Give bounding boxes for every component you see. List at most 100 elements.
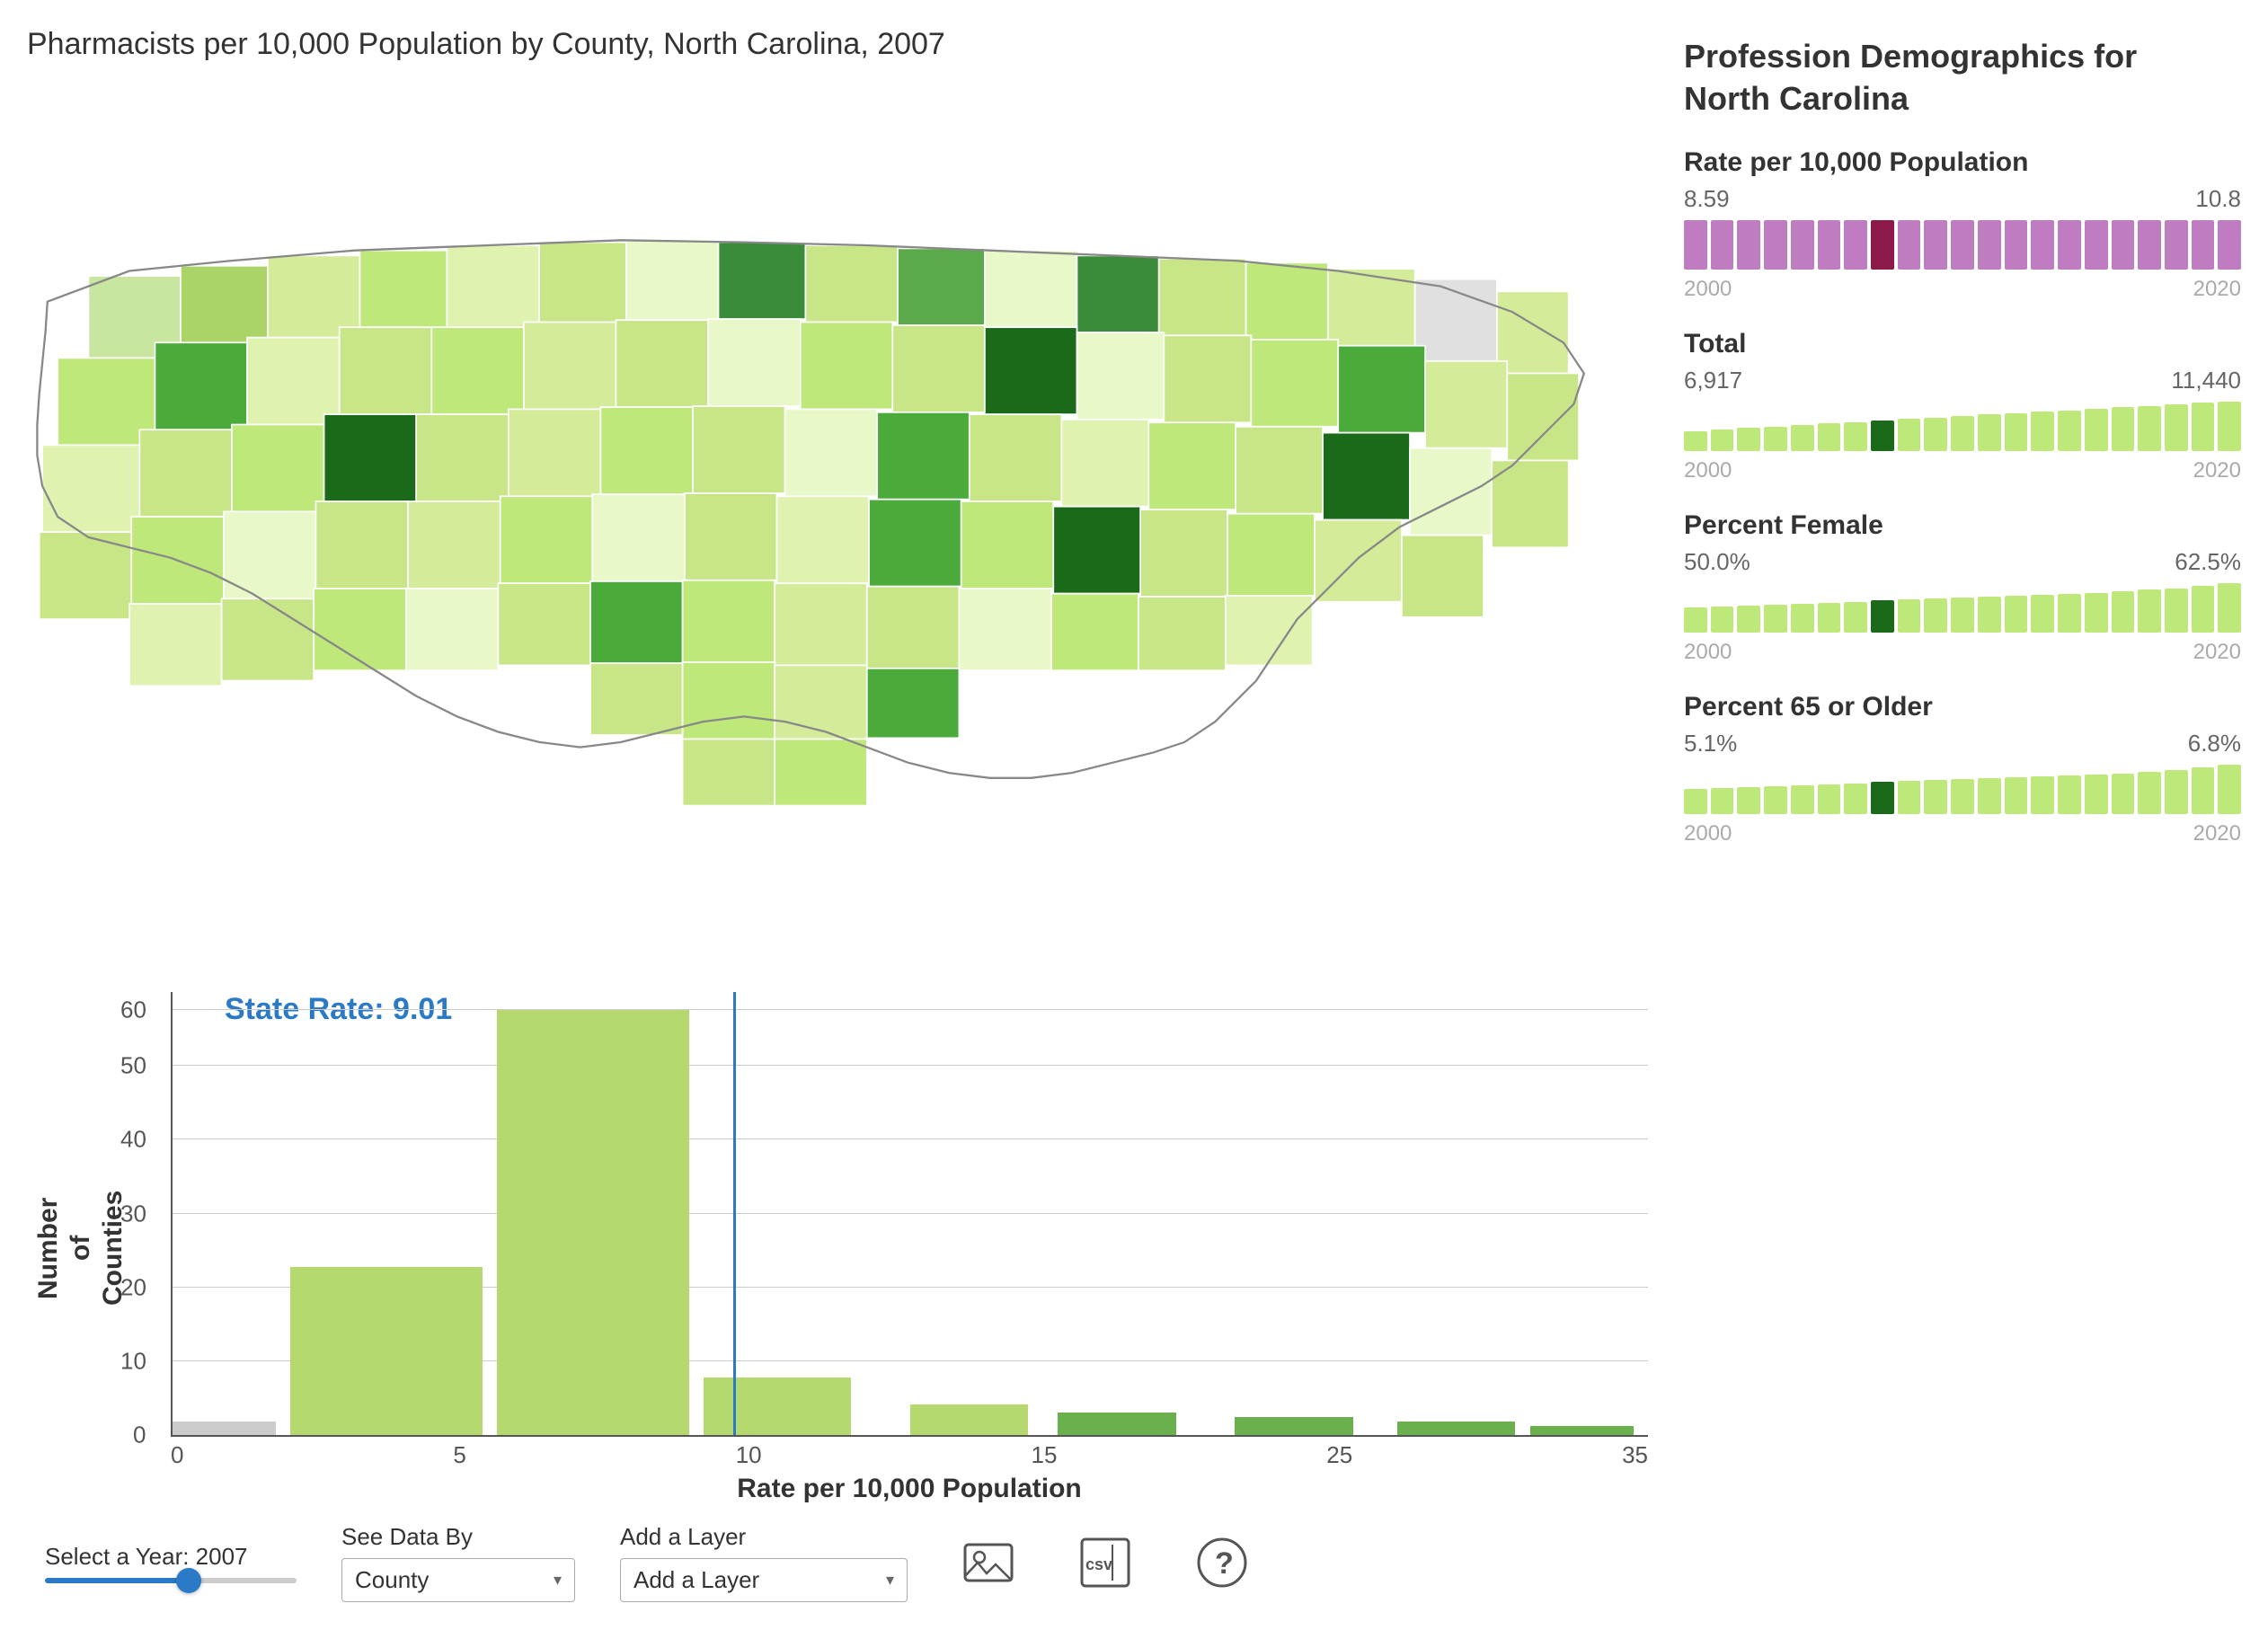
hist-bar-4 bbox=[910, 1404, 1028, 1436]
metric-rate-values: 8.59 10.8 bbox=[1684, 185, 2241, 213]
bottom-controls: Select a Year: 2007 See Data By County ▾… bbox=[27, 1504, 1666, 1612]
right-panel: Profession Demographics forNorth Carolin… bbox=[1684, 27, 2241, 1612]
spark-bar bbox=[1684, 220, 1707, 270]
metric-older-title: Percent 65 or Older bbox=[1684, 692, 2241, 722]
spark-bar bbox=[2218, 220, 2241, 270]
map-title: Pharmacists per 10,000 Population by Cou… bbox=[27, 27, 1666, 62]
spark-bar bbox=[1711, 430, 1734, 451]
chevron-down-icon: ▾ bbox=[554, 1571, 562, 1590]
metric-older-max: 6.8% bbox=[2188, 730, 2241, 757]
metric-total-title: Total bbox=[1684, 329, 2241, 359]
spark-bar-selected bbox=[1871, 600, 1894, 632]
slider-track bbox=[45, 1578, 297, 1583]
see-data-by-value: County bbox=[355, 1566, 429, 1594]
metric-total-bars bbox=[1684, 402, 2241, 451]
x-tick-10: 10 bbox=[736, 1441, 762, 1469]
y-tick-20: 20 bbox=[120, 1273, 146, 1301]
x-tick-35: 35 bbox=[1622, 1441, 1648, 1469]
svg-text:?: ? bbox=[1215, 1546, 1234, 1581]
metric-total-years: 2000 2020 bbox=[1684, 458, 2241, 483]
metric-female-title: Percent Female bbox=[1684, 510, 2241, 541]
metric-total-max: 11,440 bbox=[2171, 367, 2241, 394]
spark-bar bbox=[2031, 595, 2054, 633]
spark-bar bbox=[1711, 220, 1734, 270]
spark-bar bbox=[2165, 589, 2188, 633]
metric-older: Percent 65 or Older 5.1% 6.8% bbox=[1684, 692, 2241, 846]
metric-female-year-start: 2000 bbox=[1684, 640, 1732, 665]
histogram-x-label: Rate per 10,000 Population bbox=[117, 1474, 1648, 1504]
spark-bar bbox=[1924, 598, 1947, 632]
histogram-plot: 60 50 40 30 20 10 0 bbox=[117, 992, 1648, 1504]
spark-bar bbox=[2031, 412, 2054, 450]
spark-bar bbox=[1951, 779, 1974, 814]
see-data-by-dropdown[interactable]: County ▾ bbox=[341, 1558, 575, 1602]
spark-bar bbox=[1898, 220, 1921, 270]
metric-older-years: 2000 2020 bbox=[1684, 821, 2241, 846]
spark-bar bbox=[1898, 419, 1921, 450]
spark-bar-selected bbox=[1871, 220, 1894, 270]
year-control: Select a Year: 2007 bbox=[45, 1543, 297, 1583]
spark-bar bbox=[1924, 780, 1947, 813]
spark-bar bbox=[2031, 776, 2054, 814]
hist-bar-6 bbox=[1235, 1417, 1352, 1435]
spark-bar bbox=[1764, 786, 1787, 814]
see-data-by-control: See Data By County ▾ bbox=[341, 1523, 575, 1602]
nc-choropleth-map[interactable] bbox=[27, 71, 1666, 983]
spark-bar bbox=[1737, 606, 1760, 633]
spark-bar bbox=[2192, 403, 2215, 450]
histogram-y-label: NumberofCounties bbox=[45, 992, 117, 1504]
spark-bar bbox=[1844, 784, 1867, 814]
year-slider-container[interactable] bbox=[45, 1578, 297, 1583]
spark-bar bbox=[1978, 220, 2001, 270]
map-area bbox=[27, 71, 1666, 983]
spark-bar bbox=[1844, 220, 1867, 270]
spark-bar bbox=[2192, 220, 2215, 270]
spark-bar bbox=[1737, 428, 1760, 450]
spark-bar bbox=[2218, 402, 2241, 451]
metric-rate-min: 8.59 bbox=[1684, 185, 1730, 213]
spark-bar bbox=[1711, 788, 1734, 814]
spark-bar-selected bbox=[1871, 782, 1894, 813]
help-button[interactable]: ? bbox=[1186, 1531, 1258, 1594]
add-layer-dropdown[interactable]: Add a Layer ▾ bbox=[620, 1558, 908, 1602]
spark-bar bbox=[2031, 220, 2054, 270]
metric-female-min: 50.0% bbox=[1684, 548, 1750, 576]
metric-older-year-start: 2000 bbox=[1684, 821, 1732, 846]
x-tick-15: 15 bbox=[1031, 1441, 1057, 1469]
y-tick-30: 30 bbox=[120, 1200, 146, 1227]
spark-bar bbox=[1951, 598, 1974, 633]
spark-bar bbox=[2005, 413, 2028, 451]
hist-bar-2 bbox=[497, 1010, 688, 1435]
hist-bar-7 bbox=[1397, 1422, 1515, 1435]
image-download-button[interactable] bbox=[952, 1531, 1024, 1594]
add-layer-label: Add a Layer bbox=[620, 1523, 908, 1551]
add-layer-value: Add a Layer bbox=[633, 1566, 759, 1594]
metric-total-year-start: 2000 bbox=[1684, 458, 1732, 483]
spark-bar bbox=[2165, 770, 2188, 813]
spark-bar bbox=[1818, 603, 1841, 633]
spark-bar bbox=[1978, 414, 2001, 450]
spark-bar bbox=[1844, 602, 1867, 633]
y-tick-60: 60 bbox=[120, 996, 146, 1023]
slider-thumb bbox=[176, 1568, 201, 1593]
spark-bar bbox=[1711, 607, 1734, 633]
grid-line-40 bbox=[173, 1138, 1648, 1139]
spark-bar bbox=[1737, 787, 1760, 814]
metric-female-year-end: 2020 bbox=[2193, 640, 2241, 665]
spark-bar bbox=[1898, 781, 1921, 813]
hist-bar-1 bbox=[290, 1267, 482, 1435]
y-tick-0: 0 bbox=[133, 1422, 146, 1449]
spark-bar bbox=[2165, 404, 2188, 451]
year-label: Select a Year: 2007 bbox=[45, 1543, 297, 1571]
metric-female-bars bbox=[1684, 583, 2241, 633]
metric-older-bars bbox=[1684, 765, 2241, 814]
spark-bar bbox=[1791, 425, 1814, 451]
left-panel: Pharmacists per 10,000 Population by Cou… bbox=[27, 27, 1666, 1612]
histogram-chart: NumberofCounties 60 50 40 bbox=[45, 992, 1648, 1504]
svg-text:csv: csv bbox=[1085, 1555, 1112, 1573]
spark-bar bbox=[1684, 431, 1707, 451]
csv-download-button[interactable]: csv bbox=[1069, 1531, 1141, 1594]
spark-bar bbox=[2058, 594, 2081, 633]
spark-bar bbox=[1737, 220, 1760, 270]
metric-total: Total 6,917 11,440 bbox=[1684, 329, 2241, 483]
